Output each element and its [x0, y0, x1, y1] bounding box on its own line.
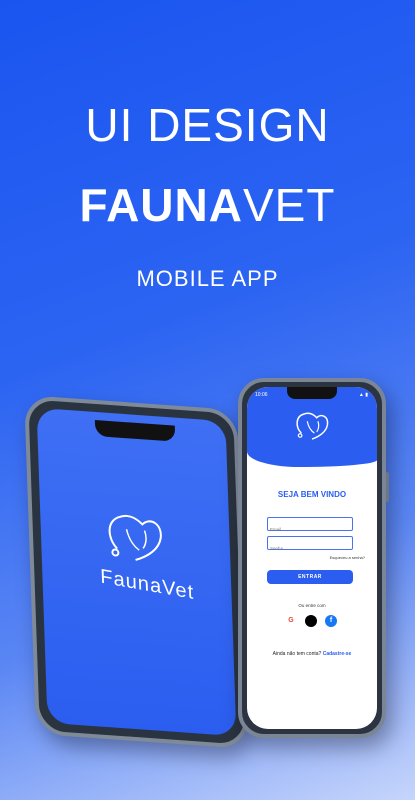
hero-title-ui-design: UI DESIGN [85, 99, 330, 151]
phone-right: 10:06 ▲ ▮ SEJA BEM VINDO Esqueceu a senh… [238, 378, 389, 738]
splash-logo-text: FaunaVet [99, 565, 195, 605]
signup-row: Ainda não tem conta? Cadastre-se [247, 651, 377, 657]
email-input[interactable] [268, 523, 352, 536]
phone-left: FaunaVet [24, 395, 249, 749]
email-field[interactable] [267, 517, 353, 536]
login-button[interactable]: ENTRAR [267, 570, 353, 584]
status-time: 10:06 [255, 392, 268, 398]
no-account-text: Ainda não tem conta? [272, 651, 322, 657]
phone-power-button [386, 472, 389, 502]
google-login-icon[interactable]: G [285, 615, 297, 627]
hero-brand-light: VET [242, 179, 336, 231]
password-input[interactable] [268, 542, 352, 555]
signup-link[interactable]: Cadastre-se [323, 651, 352, 657]
welcome-title: SEJA BEM VINDO [277, 490, 347, 499]
faunavet-logo-icon [296, 412, 329, 440]
forgot-password-link[interactable]: Esqueceu a senha? [330, 555, 365, 560]
hero-brand-bold: FAUNA [79, 179, 243, 231]
facebook-login-icon[interactable]: f [325, 615, 337, 627]
hero-title-brand: FAUNAVET [0, 178, 415, 232]
phone-notch [287, 387, 337, 399]
or-sign-in-with: Ou entre com [298, 603, 326, 608]
password-field[interactable] [267, 536, 353, 555]
status-icons: ▲ ▮ [358, 392, 368, 398]
apple-login-icon[interactable] [305, 615, 317, 627]
splash-screen: FaunaVet [36, 407, 237, 737]
phone-notch [94, 419, 176, 442]
login-screen: 10:06 ▲ ▮ SEJA BEM VINDO Esqueceu a senh… [247, 387, 377, 729]
hero-subtitle: MOBILE APP [136, 266, 279, 291]
faunavet-logo-icon [108, 514, 162, 561]
